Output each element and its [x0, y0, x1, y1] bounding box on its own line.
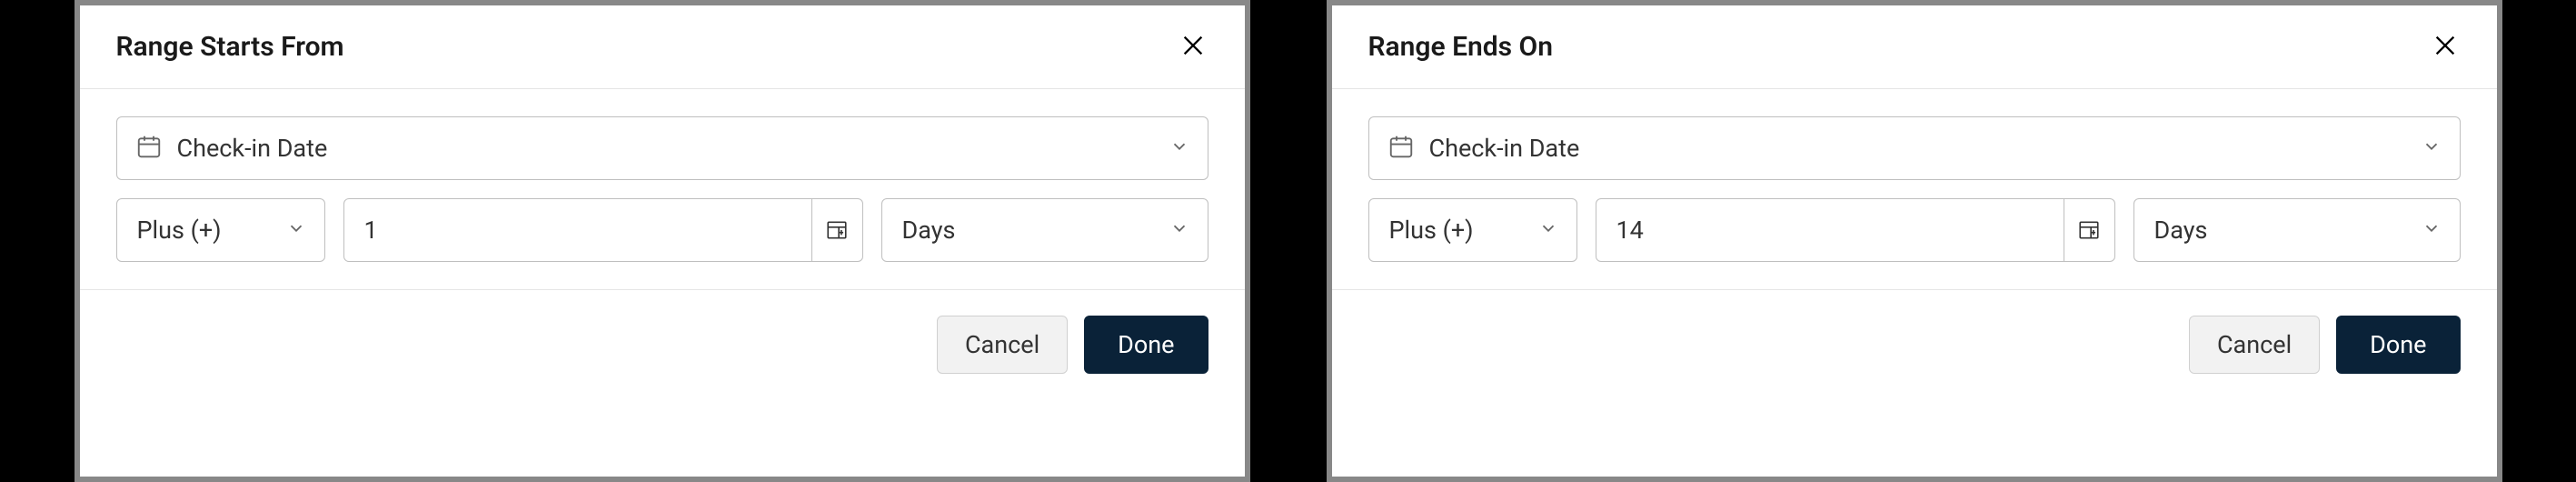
range-starts-modal: Range Starts From Check-in Date Plus (+) — [75, 0, 1250, 482]
done-button[interactable]: Done — [2336, 316, 2460, 374]
offset-value: 14 — [1616, 216, 1644, 245]
cancel-button[interactable]: Cancel — [937, 316, 1068, 374]
modal-header: Range Starts From — [80, 5, 1245, 88]
modal-header: Range Ends On — [1332, 5, 2497, 88]
chevron-down-icon — [2422, 218, 2442, 242]
chevron-down-icon — [1169, 218, 1189, 242]
chevron-down-icon — [286, 218, 306, 242]
cancel-button[interactable]: Cancel — [2189, 316, 2320, 374]
date-reference-value: Check-in Date — [1429, 134, 1580, 163]
offset-row: Plus (+) 14 Days — [1368, 198, 2461, 262]
modal-footer: Cancel Done — [1332, 290, 2497, 477]
modal-body: Check-in Date Plus (+) 1 Days — [80, 88, 1245, 290]
cancel-label: Cancel — [2217, 330, 2292, 359]
offset-value: 1 — [364, 216, 378, 245]
chevron-down-icon — [2422, 136, 2442, 160]
formula-icon[interactable] — [811, 199, 862, 261]
operator-value: Plus (+) — [1389, 216, 1474, 245]
unit-select[interactable]: Days — [2133, 198, 2461, 262]
range-ends-modal: Range Ends On Check-in Date Plus (+) — [1327, 0, 2502, 482]
chevron-down-icon — [1538, 218, 1558, 242]
chevron-down-icon — [1169, 136, 1189, 160]
calendar-icon — [135, 133, 163, 164]
formula-icon[interactable] — [2064, 199, 2114, 261]
close-icon — [2432, 33, 2458, 62]
offset-value-input[interactable]: 14 — [1596, 198, 2115, 262]
done-label: Done — [2370, 330, 2426, 359]
operator-select[interactable]: Plus (+) — [116, 198, 325, 262]
modal-title: Range Starts From — [116, 31, 344, 63]
operator-select[interactable]: Plus (+) — [1368, 198, 1577, 262]
modal-title: Range Ends On — [1368, 31, 1553, 63]
done-button[interactable]: Done — [1084, 316, 1208, 374]
done-label: Done — [1118, 330, 1174, 359]
offset-row: Plus (+) 1 Days — [116, 198, 1208, 262]
close-icon — [1180, 33, 1206, 62]
operator-value: Plus (+) — [137, 216, 222, 245]
close-button[interactable] — [2430, 32, 2461, 63]
unit-select[interactable]: Days — [881, 198, 1208, 262]
calendar-icon — [1387, 133, 1415, 164]
offset-value-input[interactable]: 1 — [343, 198, 863, 262]
date-reference-select[interactable]: Check-in Date — [1368, 116, 2461, 180]
unit-value: Days — [2154, 216, 2208, 245]
modal-footer: Cancel Done — [80, 290, 1245, 477]
close-button[interactable] — [1178, 32, 1208, 63]
cancel-label: Cancel — [965, 330, 1039, 359]
date-reference-select[interactable]: Check-in Date — [116, 116, 1208, 180]
date-reference-value: Check-in Date — [177, 134, 328, 163]
modal-body: Check-in Date Plus (+) 14 Days — [1332, 88, 2497, 290]
unit-value: Days — [902, 216, 956, 245]
